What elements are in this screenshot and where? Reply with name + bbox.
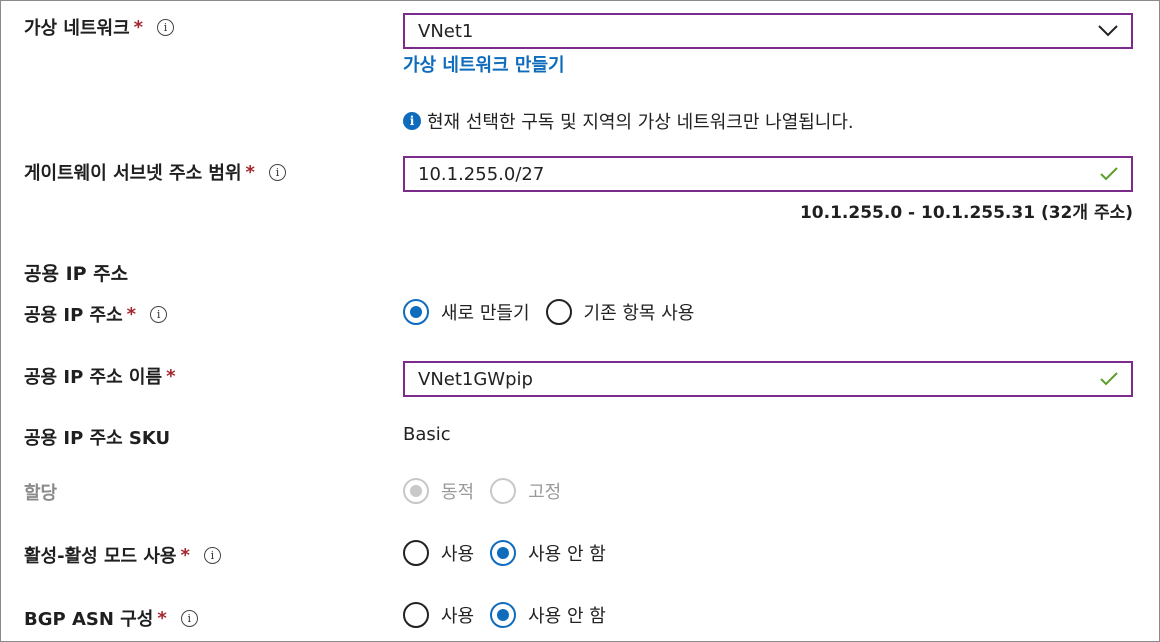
vnet-label-row: 가상 네트워크 * i bbox=[24, 14, 175, 40]
required-marker: * bbox=[166, 365, 176, 387]
radio-button[interactable] bbox=[490, 540, 517, 566]
assignment-label-row: 할당 bbox=[24, 479, 57, 505]
radio-disabled[interactable]: 사용 안 함 bbox=[490, 602, 606, 628]
checkmark-icon bbox=[1100, 167, 1118, 181]
active-active-label: 활성-활성 모드 사용 bbox=[24, 546, 177, 567]
create-vnet-link[interactable]: 가상 네트워크 만들기 bbox=[403, 51, 565, 77]
vnet-label: 가상 네트워크 bbox=[24, 18, 130, 39]
radio-create-new[interactable]: 새로 만들기 bbox=[403, 299, 530, 325]
vnet-value: VNet1 bbox=[418, 20, 474, 42]
radio-disabled[interactable]: 사용 안 함 bbox=[490, 540, 606, 566]
info-icon: i bbox=[403, 112, 421, 130]
public-ip-label: 공용 IP 주소 bbox=[24, 305, 123, 326]
public-ip-sku-label: 공용 IP 주소 SKU bbox=[24, 428, 171, 449]
required-marker: * bbox=[157, 607, 167, 629]
address-range-text: 10.1.255.0 - 10.1.255.31 (32개 주소) bbox=[799, 203, 1133, 223]
info-icon[interactable]: i bbox=[203, 546, 221, 564]
radio-label: 사용 안 함 bbox=[528, 544, 606, 565]
checkmark-icon bbox=[1100, 372, 1118, 386]
gateway-subnet-value: 10.1.255.0/27 bbox=[418, 163, 545, 185]
public-ip-radio-group: 새로 만들기 기존 항목 사용 bbox=[403, 299, 710, 325]
public-ip-name-value: VNet1GWpip bbox=[418, 368, 533, 390]
public-ip-sku-label-row: 공용 IP 주소 SKU bbox=[24, 424, 170, 450]
info-icon[interactable]: i bbox=[268, 163, 286, 181]
radio-dynamic: 동적 bbox=[403, 478, 474, 504]
assignment-label: 할당 bbox=[24, 483, 58, 504]
public-ip-section-title: 공용 IP 주소 bbox=[24, 263, 129, 285]
radio-button bbox=[403, 478, 429, 504]
vnet-info-note: i 현재 선택한 구독 및 지역의 가상 네트워크만 나열됩니다. bbox=[403, 108, 854, 134]
radio-button[interactable] bbox=[490, 602, 517, 628]
gateway-subnet-input[interactable]: 10.1.255.0/27 bbox=[403, 156, 1133, 192]
radio-enabled[interactable]: 사용 bbox=[403, 540, 474, 566]
required-marker: * bbox=[133, 16, 144, 38]
vnet-dropdown[interactable]: VNet1 bbox=[403, 13, 1133, 49]
info-icon[interactable]: i bbox=[157, 18, 175, 36]
public-ip-name-label-row: 공용 IP 주소 이름 * bbox=[24, 363, 175, 389]
bgp-asn-label-row: BGP ASN 구성 * i bbox=[24, 605, 198, 631]
required-marker: * bbox=[245, 161, 255, 183]
bgp-asn-radio-group: 사용 사용 안 함 bbox=[403, 602, 622, 628]
bgp-asn-label: BGP ASN 구성 bbox=[24, 609, 154, 630]
radio-label: 고정 bbox=[528, 482, 562, 503]
radio-enabled[interactable]: 사용 bbox=[403, 602, 474, 628]
public-ip-sku-value: Basic bbox=[403, 424, 451, 445]
info-icon[interactable]: i bbox=[180, 609, 198, 627]
radio-static: 고정 bbox=[490, 478, 561, 504]
radio-button[interactable] bbox=[545, 299, 572, 325]
assignment-radio-group: 동적 고정 bbox=[403, 478, 577, 504]
required-marker: * bbox=[180, 544, 190, 566]
radio-button bbox=[490, 478, 517, 504]
radio-button[interactable] bbox=[403, 602, 429, 628]
gateway-subnet-label: 게이트웨이 서브넷 주소 범위 bbox=[24, 163, 242, 184]
radio-label: 사용 bbox=[441, 544, 475, 565]
public-ip-name-label: 공용 IP 주소 이름 bbox=[24, 367, 163, 388]
chevron-down-icon[interactable] bbox=[1097, 24, 1119, 38]
vnet-note-text: 현재 선택한 구독 및 지역의 가상 네트워크만 나열됩니다. bbox=[427, 112, 854, 133]
active-active-label-row: 활성-활성 모드 사용 * i bbox=[24, 542, 221, 568]
public-ip-name-input[interactable]: VNet1GWpip bbox=[403, 361, 1133, 397]
active-active-radio-group: 사용 사용 안 함 bbox=[403, 540, 622, 566]
required-marker: * bbox=[126, 303, 137, 325]
radio-button[interactable] bbox=[403, 540, 429, 566]
gateway-subnet-label-row: 게이트웨이 서브넷 주소 범위 * i bbox=[24, 159, 286, 185]
radio-use-existing[interactable]: 기존 항목 사용 bbox=[545, 299, 695, 325]
radio-label: 기존 항목 사용 bbox=[583, 303, 695, 324]
radio-label: 사용 안 함 bbox=[528, 606, 606, 627]
info-icon[interactable]: i bbox=[150, 305, 168, 323]
radio-button[interactable] bbox=[403, 299, 429, 325]
radio-label: 새로 만들기 bbox=[441, 303, 530, 324]
radio-label: 동적 bbox=[441, 482, 475, 503]
public-ip-label-row: 공용 IP 주소 * i bbox=[24, 301, 168, 327]
radio-label: 사용 bbox=[441, 606, 475, 627]
